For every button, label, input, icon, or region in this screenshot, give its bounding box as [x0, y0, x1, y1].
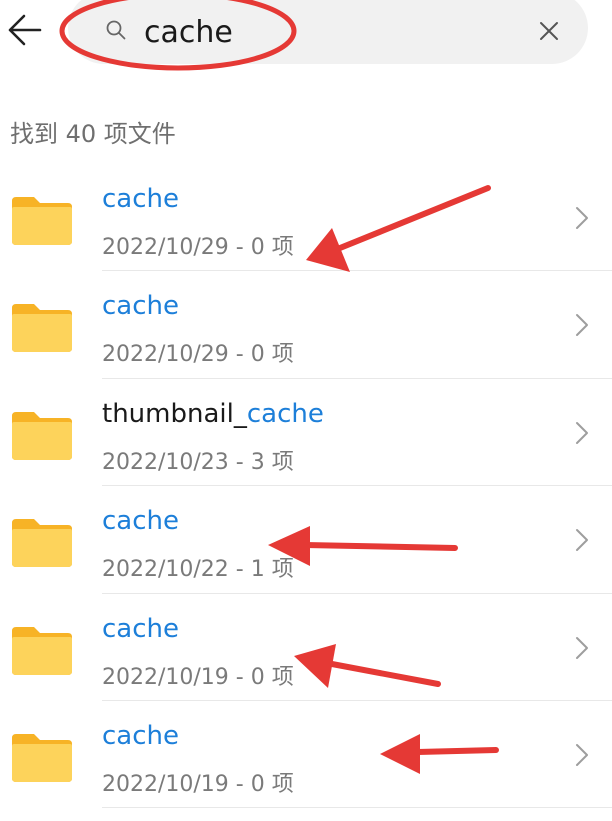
search-input[interactable]: [144, 12, 504, 52]
chevron-right-icon: [576, 314, 588, 337]
chevron-right-icon: [576, 636, 588, 659]
folder-name: cache: [102, 291, 179, 321]
folder-item-count: 0 项: [250, 342, 294, 368]
folder-name-prefix: thumbnail_: [102, 398, 247, 429]
folder-item-count: 3 项: [250, 449, 294, 475]
folder-name: cache: [102, 614, 179, 644]
back-button[interactable]: [6, 8, 46, 52]
result-count: 找到 40 项文件: [10, 120, 176, 148]
chevron-right-icon: [576, 743, 588, 766]
search-icon: [106, 20, 126, 40]
folder-name-match: cache: [102, 720, 179, 751]
folder-meta: 2022/10/19 - 0 项: [102, 766, 294, 798]
folder-icon: [12, 733, 72, 782]
folder-date: 2022/10/29: [102, 235, 229, 260]
folder-meta: 2022/10/22 - 1 项: [102, 551, 294, 583]
close-icon[interactable]: [534, 16, 564, 46]
folder-meta: 2022/10/23 - 3 项: [102, 444, 294, 476]
chevron-right-icon: [576, 529, 588, 552]
folder-icon: [12, 411, 72, 460]
chevron-right-icon: [576, 207, 588, 229]
list-item[interactable]: cache 2022/10/19 - 0 项: [0, 594, 612, 701]
folder-name: cache: [102, 184, 179, 214]
meta-separator: -: [228, 557, 251, 583]
folder-name-match: cache: [102, 184, 179, 214]
chevron-right-icon: [576, 421, 588, 444]
list-item[interactable]: cache 2022/10/19 - 0 项: [0, 701, 612, 809]
meta-separator: -: [228, 449, 251, 475]
folder-meta: 2022/10/29 - 0 项: [102, 336, 294, 368]
folder-date: 2022/10/29: [102, 342, 229, 368]
meta-separator: -: [228, 342, 251, 368]
folder-icon: [12, 197, 72, 245]
meta-separator: -: [228, 235, 251, 260]
search-box[interactable]: [68, 0, 588, 64]
folder-icon: [12, 626, 72, 675]
folder-item-count: 1 项: [250, 557, 294, 583]
folder-name: cache: [102, 721, 179, 751]
top-bar: [0, 0, 612, 80]
list-item[interactable]: thumbnail_cache 2022/10/23 - 3 项: [0, 379, 612, 487]
list-item[interactable]: cache 2022/10/29 - 0 项: [0, 271, 612, 379]
folder-meta: 2022/10/29 - 0 项: [102, 229, 294, 261]
folder-date: 2022/10/19: [102, 664, 229, 690]
folder-meta: 2022/10/19 - 0 项: [102, 659, 294, 691]
arrow-left-icon: [8, 14, 42, 46]
list-item[interactable]: cache 2022/10/29 - 0 项: [0, 164, 612, 272]
folder-item-count: 0 项: [250, 235, 294, 260]
folder-name-match: cache: [102, 506, 179, 537]
folder-name-match: cache: [102, 613, 179, 644]
folder-name-match: cache: [102, 291, 179, 322]
folder-date: 2022/10/22: [102, 557, 229, 583]
divider: [102, 807, 612, 809]
meta-separator: -: [228, 664, 251, 690]
folder-item-count: 0 项: [250, 664, 294, 690]
folder-name-match: cache: [246, 398, 324, 429]
folder-date: 2022/10/19: [102, 771, 229, 797]
list-item[interactable]: cache 2022/10/22 - 1 项: [0, 486, 612, 594]
folder-date: 2022/10/23: [102, 449, 229, 475]
folder-icon: [12, 304, 72, 353]
folder-name: thumbnail_cache: [102, 399, 324, 429]
folder-name: cache: [102, 506, 179, 536]
folder-item-count: 0 项: [250, 771, 294, 797]
folder-icon: [12, 519, 72, 568]
meta-separator: -: [228, 771, 251, 797]
result-list: cache 2022/10/29 - 0 项 cache 2022/10/29 - 0…: [0, 164, 612, 809]
